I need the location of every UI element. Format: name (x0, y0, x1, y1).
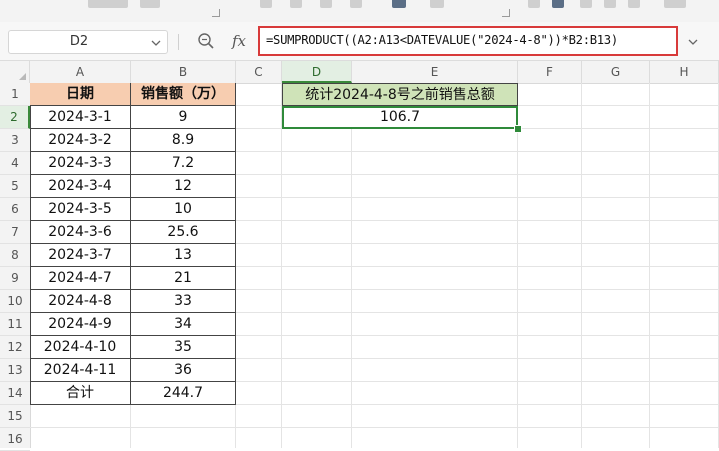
ribbon-button[interactable] (528, 0, 540, 8)
dialog-launcher-icon[interactable] (212, 9, 220, 17)
cell-sales[interactable]: 25.6 (131, 221, 236, 244)
ribbon-button[interactable] (320, 0, 332, 8)
cell-date[interactable]: 2024-3-4 (30, 175, 131, 198)
result-title-cell[interactable]: 统计2024-4-8号之前销售总额 (282, 83, 518, 106)
name-box[interactable]: D2 (8, 30, 168, 54)
row-header-12[interactable]: 12 (0, 336, 30, 359)
zoom-icon[interactable] (196, 31, 216, 51)
worksheet-grid[interactable]: 日期 销售额（万） 2024-3-1 9 2024-3-2 8.9 2024-3-3 7.2 2… (30, 83, 719, 448)
ribbon-button[interactable] (552, 0, 564, 8)
dialog-launcher-icon[interactable] (502, 9, 510, 17)
chevron-down-icon[interactable] (151, 35, 161, 49)
ribbon-button[interactable] (290, 0, 302, 8)
row-header-2[interactable]: 2 (0, 106, 30, 129)
cell-sales[interactable]: 10 (131, 198, 236, 221)
cell-sales[interactable]: 34 (131, 313, 236, 336)
cell-sales[interactable]: 7.2 (131, 152, 236, 175)
row-header-15[interactable]: 15 (0, 405, 30, 428)
column-header-e[interactable]: E (352, 61, 518, 83)
ribbon-button[interactable] (604, 0, 616, 8)
row-header-1[interactable]: 1 (0, 83, 30, 106)
column-header-f[interactable]: F (518, 61, 582, 83)
row-header-7[interactable]: 7 (0, 221, 30, 244)
ribbon-button[interactable] (88, 0, 128, 8)
cell-sales[interactable]: 12 (131, 175, 236, 198)
column-header-g[interactable]: G (582, 61, 650, 83)
gridline (30, 427, 719, 428)
row-header-11[interactable]: 11 (0, 313, 30, 336)
ribbon-toolbar (0, 0, 719, 23)
cell-date[interactable]: 2024-3-5 (30, 198, 131, 221)
row-header-9[interactable]: 9 (0, 267, 30, 290)
cell-a1-header[interactable]: 日期 (30, 83, 131, 106)
column-header-h[interactable]: H (650, 61, 719, 83)
function-icon[interactable]: fx (228, 30, 250, 52)
cell-total-label[interactable]: 合计 (30, 382, 131, 405)
column-header-a[interactable]: A (30, 61, 131, 83)
cell-sales[interactable]: 35 (131, 336, 236, 359)
ribbon-button[interactable] (140, 0, 160, 8)
ribbon-button[interactable] (430, 0, 444, 8)
formula-bar: D2 fx =SUMPRODUCT((A2:A13<DATEVALUE("202… (0, 22, 719, 61)
cell-date[interactable]: 2024-3-1 (30, 106, 131, 129)
ribbon-button[interactable] (580, 0, 592, 8)
cell-date[interactable]: 2024-3-6 (30, 221, 131, 244)
chevron-down-icon[interactable] (686, 34, 700, 48)
row-header-14[interactable]: 14 (0, 382, 30, 405)
ribbon-button[interactable] (350, 0, 362, 8)
column-header-c[interactable]: C (236, 61, 282, 83)
row-header-5[interactable]: 5 (0, 175, 30, 198)
formula-text[interactable]: =SUMPRODUCT((A2:A13<DATEVALUE("2024-4-8"… (266, 33, 618, 47)
cell-sales[interactable]: 33 (131, 290, 236, 313)
row-headers: 1 2 3 4 5 6 7 8 9 10 11 12 13 14 15 16 (0, 83, 31, 451)
cell-sales[interactable]: 36 (131, 359, 236, 382)
cell-sales[interactable]: 13 (131, 244, 236, 267)
cell-date[interactable]: 2024-3-7 (30, 244, 131, 267)
ribbon-button[interactable] (664, 0, 686, 8)
row-header-10[interactable]: 10 (0, 290, 30, 313)
column-header-d[interactable]: D (282, 61, 352, 83)
row-header-6[interactable]: 6 (0, 198, 30, 221)
cell-sales[interactable]: 8.9 (131, 129, 236, 152)
cell-date[interactable]: 2024-4-8 (30, 290, 131, 313)
cell-b1-header[interactable]: 销售额（万） (131, 83, 236, 106)
cell-date[interactable]: 2024-4-11 (30, 359, 131, 382)
toolbar-separator (178, 34, 179, 50)
result-value-cell[interactable]: 106.7 (282, 106, 518, 129)
ribbon-button[interactable] (260, 0, 272, 8)
fill-handle[interactable] (514, 125, 522, 133)
row-header-8[interactable]: 8 (0, 244, 30, 267)
ribbon-button[interactable] (628, 0, 640, 8)
cell-date[interactable]: 2024-3-2 (30, 129, 131, 152)
cell-sales[interactable]: 9 (131, 106, 236, 129)
cell-sales[interactable]: 21 (131, 267, 236, 290)
select-all-corner[interactable] (0, 61, 30, 83)
row-header-3[interactable]: 3 (0, 129, 30, 152)
row-header-13[interactable]: 13 (0, 359, 30, 382)
cell-date[interactable]: 2024-3-3 (30, 152, 131, 175)
name-box-value[interactable]: D2 (9, 34, 149, 49)
row-header-4[interactable]: 4 (0, 152, 30, 175)
column-header-b[interactable]: B (131, 61, 236, 83)
cell-date[interactable]: 2024-4-9 (30, 313, 131, 336)
ribbon-button[interactable] (392, 0, 406, 8)
cell-date[interactable]: 2024-4-10 (30, 336, 131, 359)
formula-input[interactable]: =SUMPRODUCT((A2:A13<DATEVALUE("2024-4-8"… (258, 26, 678, 56)
column-headers: ABCDEFGH (0, 61, 719, 84)
cell-total-value[interactable]: 244.7 (131, 382, 236, 405)
cell-date[interactable]: 2024-4-7 (30, 267, 131, 290)
